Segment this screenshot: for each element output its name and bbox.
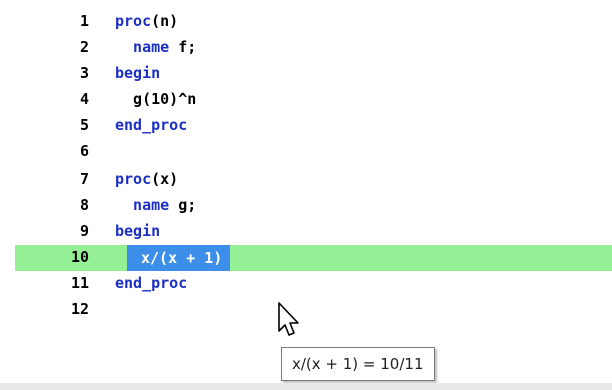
horizontal-scrollbar[interactable] — [0, 383, 612, 390]
code-line[interactable]: 11 end_proc — [0, 271, 612, 297]
code-line[interactable]: 6 — [0, 139, 612, 165]
code-text: proc(x) — [115, 170, 178, 188]
code-token: g(10)^n — [115, 90, 197, 108]
code-line[interactable]: 3 begin — [0, 61, 612, 87]
keyword-token: name — [115, 38, 179, 56]
keyword-token: begin — [115, 64, 161, 82]
keyword-token: proc — [115, 12, 152, 30]
keyword-token: end_proc — [115, 274, 188, 292]
code-token: (n) — [151, 12, 179, 30]
code-text: name f; — [115, 38, 196, 56]
code-text: end_proc — [115, 274, 187, 292]
selected-expression[interactable]: x/(x + 1) — [127, 245, 231, 271]
line-number: 3 — [79, 64, 89, 82]
code-line[interactable]: 8 name g; — [0, 193, 612, 219]
keyword-token: end_proc — [115, 116, 188, 134]
code-line[interactable]: 7 proc(x) — [0, 167, 612, 193]
line-number: 7 — [79, 170, 89, 188]
code-line[interactable]: 2 name f; — [0, 35, 612, 61]
code-token: g; — [178, 196, 197, 214]
line-number: 8 — [79, 196, 89, 214]
code-text: name g; — [115, 196, 196, 214]
code-text: proc(n) — [115, 12, 178, 30]
line-number: 1 — [79, 12, 89, 30]
code-token: (x) — [151, 170, 179, 188]
code-editor[interactable]: 12 11 end_proc 10 x/(x + 1) 9 begin 8 name g; 7 p… — [0, 0, 612, 390]
line-number: 11 — [70, 274, 89, 292]
code-line[interactable]: 1 proc(n) — [0, 9, 612, 35]
current-line[interactable]: 10 x/(x + 1) — [15, 245, 612, 271]
mouse-pointer-icon — [278, 302, 299, 336]
code-token: f; — [178, 38, 197, 56]
evaluation-tooltip: x/(x + 1) = 10/11 — [281, 347, 435, 381]
keyword-token: proc — [115, 170, 152, 188]
line-number: 4 — [79, 90, 89, 108]
code-text: end_proc — [115, 116, 187, 134]
code-line[interactable]: 12 — [0, 297, 612, 323]
keyword-token: begin — [115, 222, 161, 240]
code-line[interactable]: 9 begin — [0, 219, 612, 245]
line-number: 5 — [79, 116, 89, 134]
keyword-token: name — [115, 196, 179, 214]
code-text: begin — [115, 64, 160, 82]
line-number: 9 — [79, 222, 89, 240]
code-line[interactable]: 5 end_proc — [0, 113, 612, 139]
code-line[interactable]: 4 g(10)^n — [0, 87, 612, 113]
line-number: 6 — [79, 142, 89, 160]
line-number: 10 — [70, 248, 89, 266]
line-number: 2 — [79, 38, 89, 56]
line-number: 12 — [70, 300, 89, 318]
code-text: g(10)^n — [115, 90, 196, 108]
code-text: begin — [115, 222, 160, 240]
code-text: x/(x + 1) — [127, 245, 231, 271]
